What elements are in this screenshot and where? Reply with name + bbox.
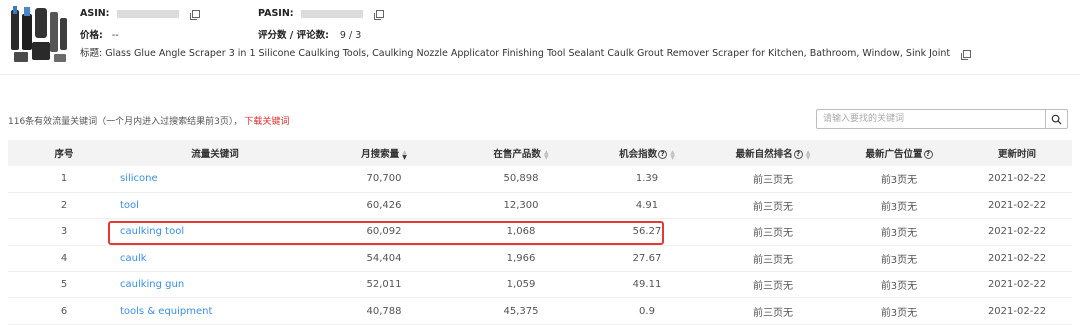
- ad-position: 前3页无: [880, 202, 918, 214]
- copy-asin-icon[interactable]: [189, 9, 200, 20]
- help-icon[interactable]: ?: [658, 150, 668, 159]
- opportunity-index: 56.27: [632, 226, 662, 238]
- col-monthly-search[interactable]: 月搜索量 ▲ ▼: [310, 140, 458, 166]
- table-row: 2 tool 60,426 12,300 4.91 前三页无 前3页无 2021…: [8, 192, 1072, 219]
- product-header: ASIN: PASIN: 价格: -- 评分数 / 评论数: 9 / 3 标题:…: [0, 0, 1080, 72]
- asin-value-redacted: [116, 9, 179, 18]
- row-index: 3: [60, 226, 68, 238]
- organic-rank: 前三页无: [753, 254, 793, 266]
- organic-rank: 前三页无: [753, 202, 793, 214]
- copy-title-icon[interactable]: [961, 49, 972, 60]
- row-index: 5: [60, 279, 68, 291]
- updated-date: 2021-02-22: [987, 173, 1047, 185]
- product-count: 1,068: [506, 226, 536, 238]
- title-label: 标题:: [80, 48, 103, 59]
- col-updated: 更新时间: [997, 149, 1036, 160]
- updated-date: 2021-02-22: [987, 226, 1047, 238]
- col-index: 序号: [54, 149, 74, 160]
- sort-icon[interactable]: ▲ ▼: [806, 149, 811, 160]
- table-row: 6 tools & equipment 40,788 45,375 0.9 前三…: [8, 298, 1072, 325]
- keyword-link[interactable]: caulk: [120, 245, 310, 271]
- monthly-search: 40,788: [366, 305, 402, 317]
- help-icon[interactable]: ?: [923, 150, 933, 159]
- row-index: 4: [60, 252, 68, 264]
- sort-icon[interactable]: ▲ ▼: [670, 149, 675, 160]
- keyword-link[interactable]: silicone: [120, 166, 310, 192]
- opportunity-index: 49.11: [632, 279, 662, 291]
- monthly-search: 70,700: [366, 173, 402, 185]
- pasin-value-redacted: [300, 9, 363, 18]
- download-keywords-link[interactable]: 下载关键词: [244, 117, 289, 127]
- product-count: 1,059: [506, 279, 536, 291]
- pasin-label: PASIN:: [258, 8, 294, 19]
- keyword-table: 序号 流量关键词 月搜索量 ▲ ▼ 在售产品数 ▲ ▼ 机会指数? ▲ ▼ 最新自然排名? ▲…: [8, 140, 1072, 325]
- opportunity-index: 0.9: [639, 305, 655, 317]
- updated-date: 2021-02-22: [987, 305, 1047, 317]
- table-row: 4 caulk 54,404 1,966 27.67 前三页无 前3页无 202…: [8, 245, 1072, 272]
- sort-desc-active-icon[interactable]: ▲ ▼: [402, 149, 407, 160]
- price-label: 价格:: [80, 30, 103, 41]
- keyword-search-box: [816, 109, 1068, 129]
- monthly-search: 52,011: [366, 279, 402, 291]
- col-products[interactable]: 在售产品数 ▲ ▼: [458, 140, 584, 166]
- monthly-search: 60,092: [366, 226, 402, 238]
- col-organic-rank[interactable]: 最新自然排名? ▲ ▼: [710, 140, 836, 166]
- product-count: 45,375: [503, 305, 539, 317]
- table-row: 3 caulking tool 60,092 1,068 56.27 前三页无 …: [8, 219, 1072, 246]
- organic-rank: 前三页无: [753, 175, 793, 187]
- keyword-summary: 116条有效流量关键词（一个月内进入过搜索结果前3页）， 下载关键词: [8, 114, 289, 127]
- rating-label: 评分数 / 评论数:: [258, 30, 329, 41]
- keyword-search-input[interactable]: [817, 110, 1045, 128]
- opportunity-index: 4.91: [635, 200, 659, 212]
- updated-date: 2021-02-22: [987, 200, 1047, 212]
- ad-position: 前3页无: [880, 254, 918, 266]
- copy-pasin-icon[interactable]: [373, 9, 384, 20]
- product-count: 1,966: [506, 252, 536, 264]
- help-icon[interactable]: ?: [793, 150, 803, 159]
- product-thumbnail[interactable]: [8, 4, 70, 66]
- table-row: 1 silicone 70,700 50,898 1.39 前三页无 前3页无 …: [8, 166, 1072, 193]
- sort-icon[interactable]: ▲ ▼: [544, 149, 549, 160]
- product-title: Glass Glue Angle Scraper 3 in 1 Silicone…: [105, 48, 951, 59]
- monthly-search: 54,404: [366, 252, 402, 264]
- col-ad-position: 最新广告位置?: [836, 140, 962, 166]
- organic-rank: 前三页无: [753, 307, 793, 319]
- keyword-link[interactable]: caulking tool: [120, 219, 310, 245]
- ad-position: 前3页无: [880, 175, 918, 187]
- col-keyword: 流量关键词: [191, 149, 239, 160]
- keyword-link[interactable]: caulking gun: [120, 272, 310, 298]
- updated-date: 2021-02-22: [987, 279, 1047, 291]
- section-divider: [0, 74, 1080, 75]
- table-header-row: 序号 流量关键词 月搜索量 ▲ ▼ 在售产品数 ▲ ▼ 机会指数? ▲ ▼ 最新自然排名? ▲…: [8, 140, 1072, 166]
- product-count: 50,898: [503, 173, 539, 185]
- monthly-search: 60,426: [366, 200, 402, 212]
- organic-rank: 前三页无: [753, 281, 793, 293]
- opportunity-index: 27.67: [632, 252, 662, 264]
- organic-rank: 前三页无: [753, 228, 793, 240]
- price-value: --: [111, 30, 119, 41]
- ad-position: 前3页无: [880, 228, 918, 240]
- updated-date: 2021-02-22: [987, 252, 1047, 264]
- row-index: 1: [60, 173, 68, 185]
- summary-text: 116条有效流量关键词（一个月内进入过搜索结果前3页），: [8, 117, 243, 127]
- keyword-link[interactable]: tool: [120, 192, 310, 218]
- ad-position: 前3页无: [880, 307, 918, 319]
- keyword-link[interactable]: tools & equipment: [120, 298, 310, 324]
- row-index: 2: [60, 200, 68, 212]
- table-row: 5 caulking gun 52,011 1,059 49.11 前三页无 前…: [8, 272, 1072, 298]
- product-count: 12,300: [503, 200, 539, 212]
- col-opportunity[interactable]: 机会指数? ▲ ▼: [584, 140, 710, 166]
- search-button[interactable]: [1045, 110, 1067, 128]
- asin-label: ASIN:: [80, 8, 110, 19]
- opportunity-index: 1.39: [635, 173, 659, 185]
- search-icon: [1051, 114, 1062, 125]
- ad-position: 前3页无: [880, 281, 918, 293]
- rating-value: 9 / 3: [339, 30, 362, 41]
- row-index: 6: [60, 305, 68, 317]
